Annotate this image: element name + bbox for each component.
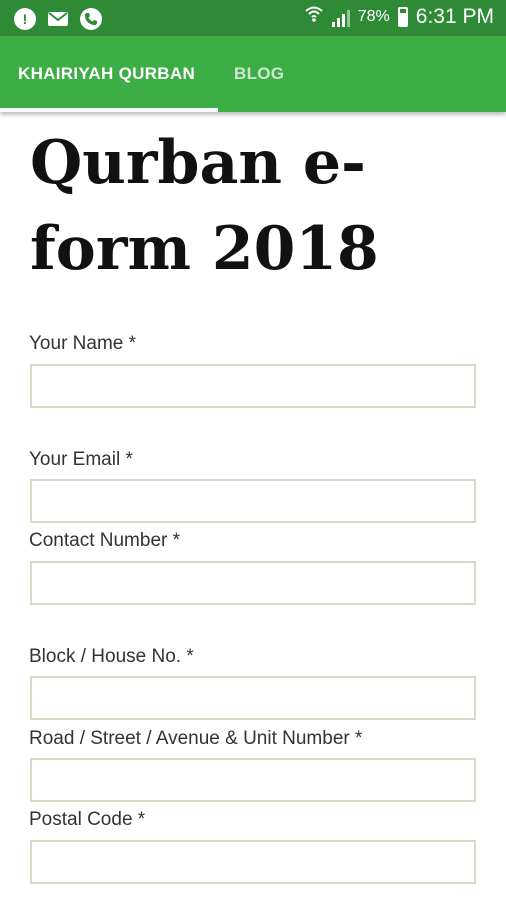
name-input[interactable]	[30, 364, 476, 408]
page-title-line-1: Qurban e-	[30, 128, 366, 198]
battery-percent: 78%	[357, 8, 390, 25]
postal-code-label: Postal Code *	[29, 809, 146, 830]
tab-blog[interactable]: BLOG	[234, 36, 284, 112]
block-house-input[interactable]	[30, 676, 476, 720]
mail-icon	[47, 8, 69, 30]
status-bar: ! 78% 6:31 PM	[0, 0, 506, 36]
page-title-line-2: form 2018	[30, 214, 379, 284]
email-label: Your Email *	[29, 449, 133, 470]
system-status: 78% 6:31 PM	[304, 4, 494, 30]
postal-code-input[interactable]	[30, 840, 476, 884]
signal-icon	[331, 7, 350, 27]
clock: 6:31 PM	[415, 5, 494, 28]
email-input[interactable]	[30, 479, 476, 523]
contact-number-input[interactable]	[30, 561, 476, 605]
road-street-input[interactable]	[30, 758, 476, 802]
active-tab-indicator	[0, 108, 218, 112]
page-title: Qurban e- form 2018	[30, 120, 480, 292]
road-street-label: Road / Street / Avenue & Unit Number *	[29, 728, 363, 749]
phone-icon	[80, 8, 102, 30]
contact-number-label: Contact Number *	[29, 530, 181, 551]
block-house-label: Block / House No. *	[29, 646, 194, 667]
tab-khairiyah-qurban[interactable]: KHAIRIYAH QURBAN	[18, 36, 195, 112]
name-label: Your Name *	[29, 333, 137, 354]
wifi-icon	[304, 4, 324, 30]
notification-icons: !	[14, 8, 102, 30]
app-bar: KHAIRIYAH QURBAN BLOG	[0, 36, 506, 112]
alert-icon: !	[14, 8, 36, 30]
battery-icon	[397, 7, 408, 27]
